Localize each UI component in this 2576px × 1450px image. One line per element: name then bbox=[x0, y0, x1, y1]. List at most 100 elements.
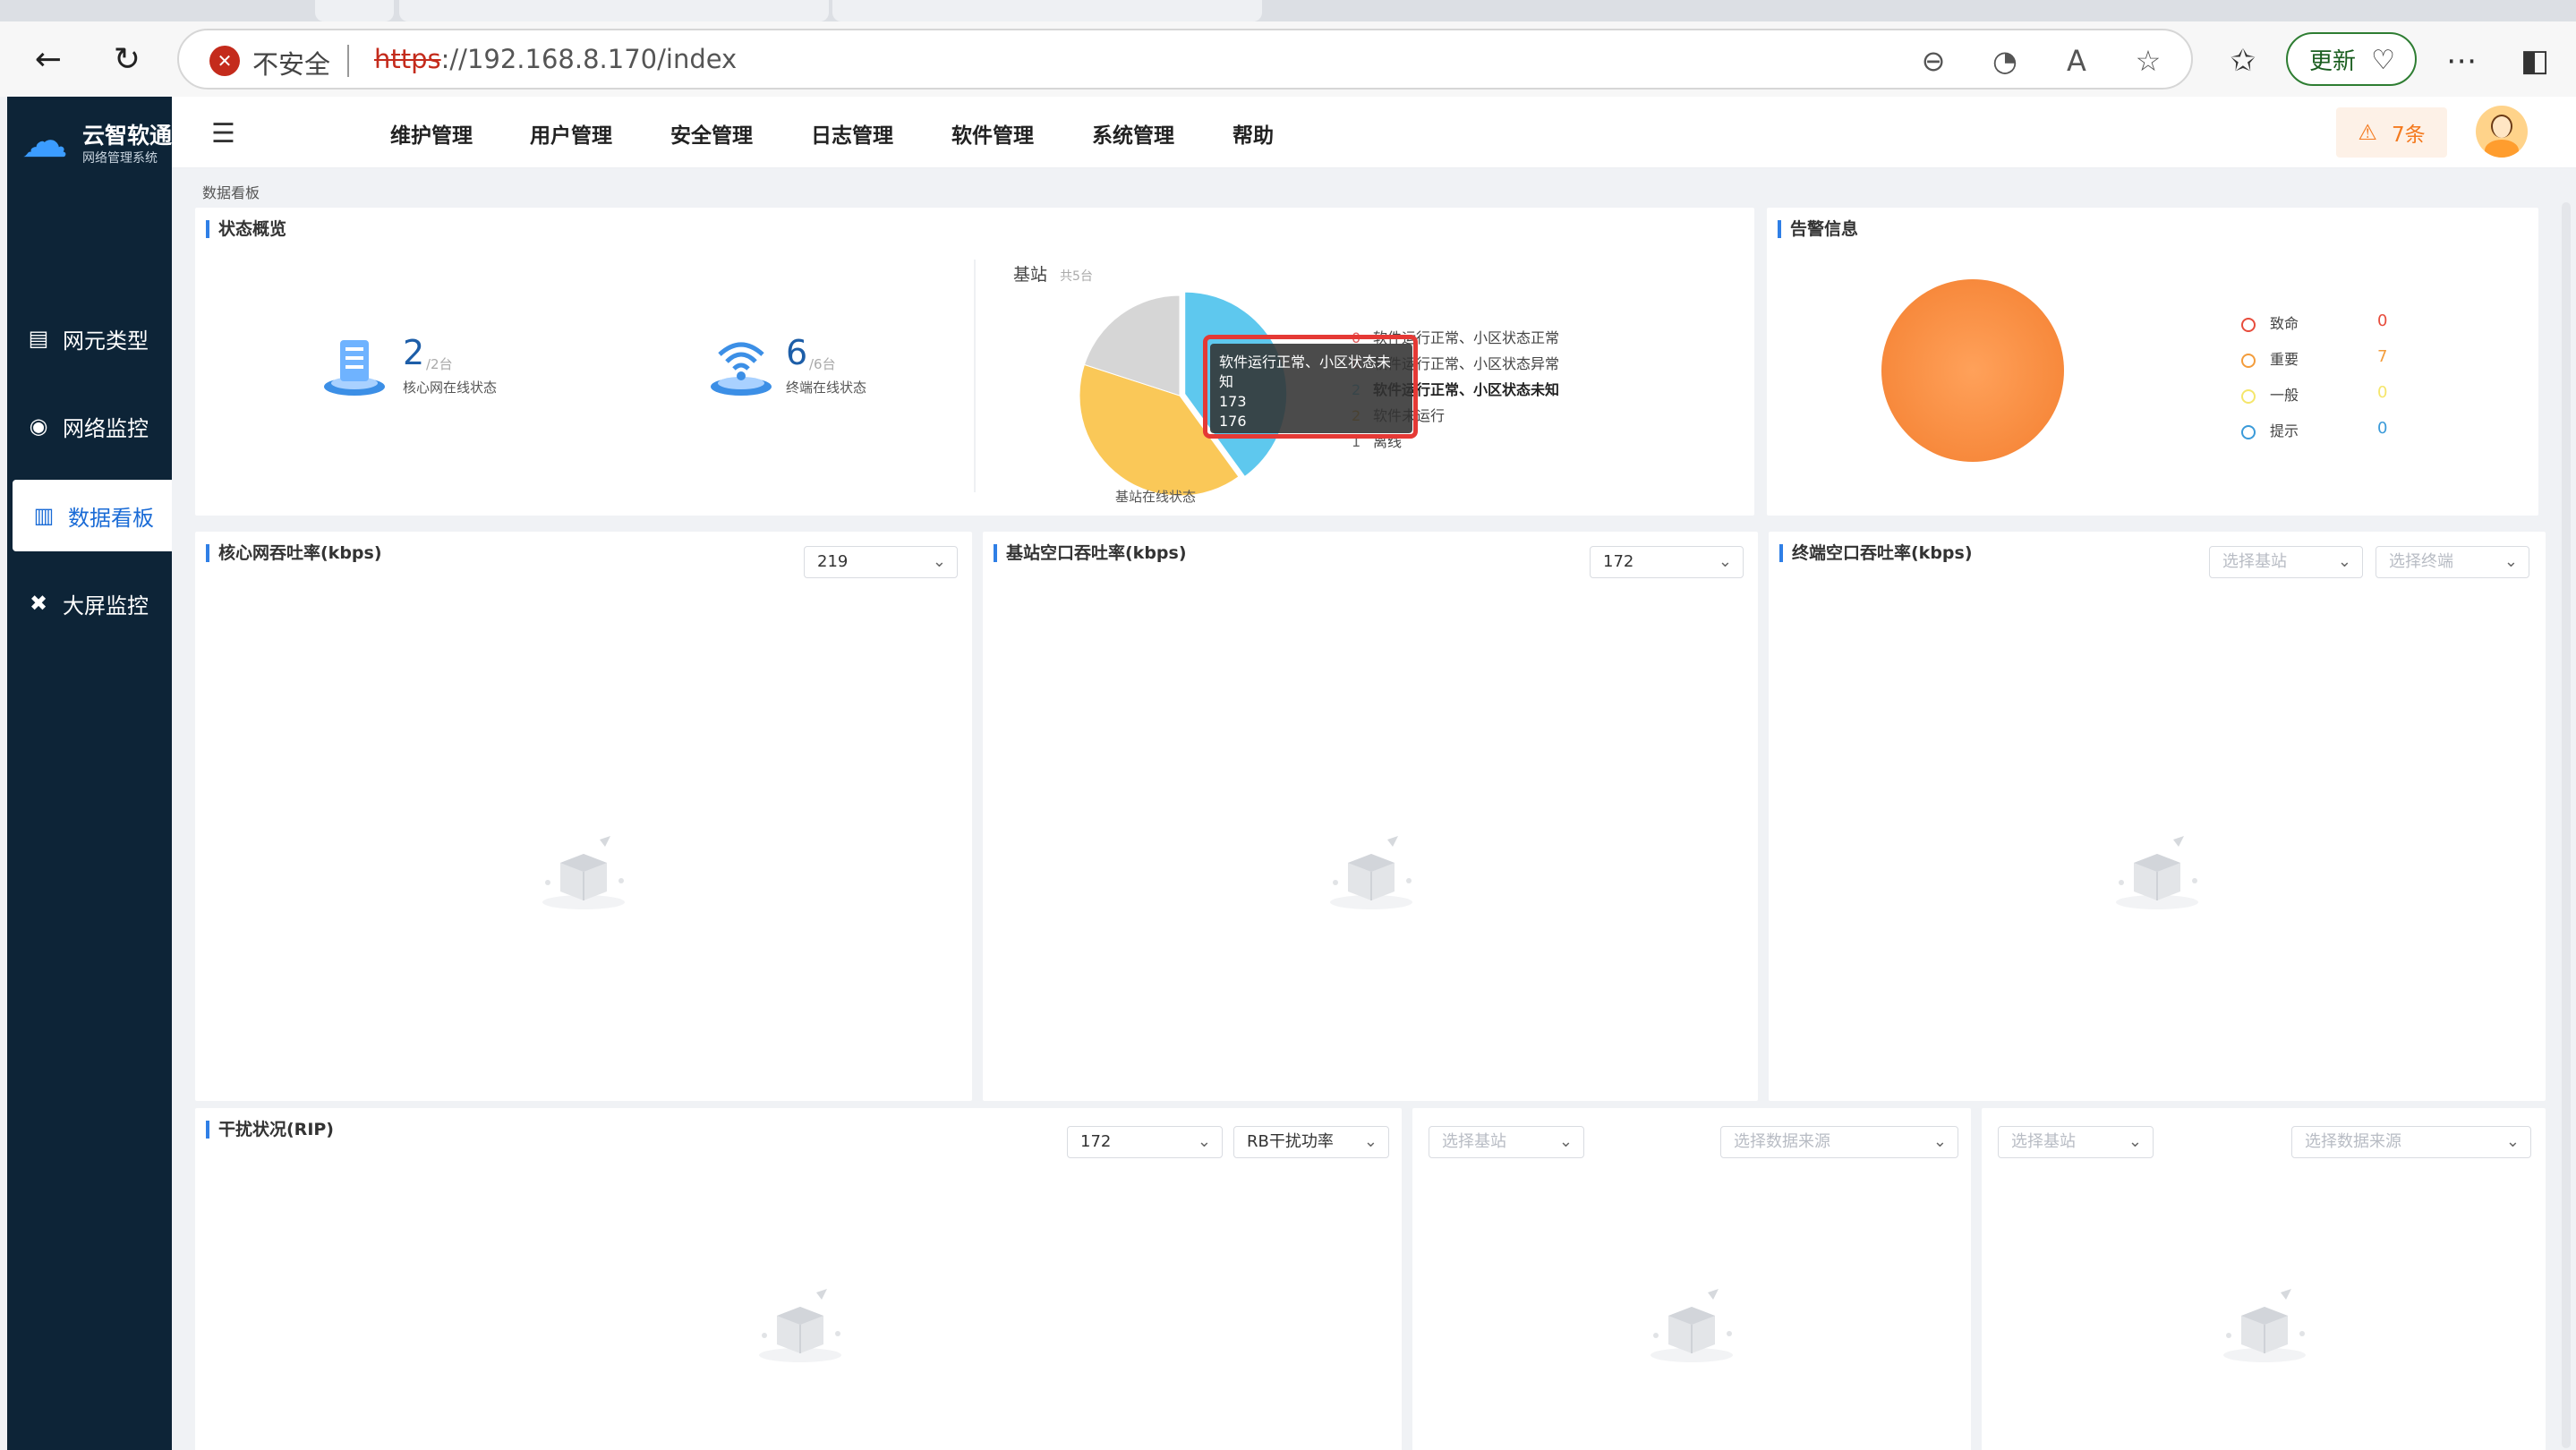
menu-software[interactable]: 软件管理 bbox=[951, 118, 1034, 149]
browser-tab[interactable] bbox=[315, 0, 394, 21]
alarm-level-label: 一般 bbox=[2270, 387, 2299, 404]
alarm-count: 7条 bbox=[2391, 124, 2426, 147]
sidebar-item-network-monitor[interactable]: ◉ 网络监控 bbox=[7, 390, 172, 462]
insecure-label[interactable]: 不安全 bbox=[252, 44, 330, 81]
update-button[interactable]: 更新 ♡ bbox=[2286, 32, 2417, 86]
rip-select-1[interactable]: 172 ⌄ bbox=[1067, 1126, 1223, 1158]
browser-tab[interactable] bbox=[832, 0, 1262, 21]
avatar-face bbox=[2491, 115, 2512, 138]
interference-datasource-card: 选择基站 ⌄ 选择数据来源 ⌄ bbox=[1982, 1108, 2546, 1450]
url-text[interactable]: https://192.168.8.170/index bbox=[374, 44, 737, 74]
alarm-level-item[interactable]: 提示 0 bbox=[2241, 419, 2420, 440]
select-bs-dropdown[interactable]: 选择基站 ⌄ bbox=[1998, 1126, 2154, 1158]
chevron-down-icon: ⌄ bbox=[1363, 1132, 1378, 1151]
empty-state-icon bbox=[2202, 1280, 2327, 1369]
interference-card: 干扰状况(RIP) 172 ⌄ RB干扰功率 ⌄ bbox=[195, 1108, 1402, 1450]
chevron-down-icon: ⌄ bbox=[1197, 1132, 1211, 1151]
alarm-badge[interactable]: ⚠ 7条 bbox=[2336, 107, 2447, 158]
edge-icon[interactable]: ◔ bbox=[1987, 43, 2023, 79]
chevron-down-icon: ⌄ bbox=[2505, 1132, 2520, 1151]
menu-system[interactable]: 系统管理 bbox=[1092, 118, 1174, 149]
alarm-level-item[interactable]: 重要 7 bbox=[2241, 347, 2420, 369]
bs-caption: 基站在线状态 bbox=[1115, 489, 1197, 505]
chevron-down-icon: ⌄ bbox=[1558, 1132, 1573, 1151]
menu-help[interactable]: 帮助 bbox=[1233, 118, 1274, 149]
select-bs-dropdown[interactable]: 选择基站 ⌄ bbox=[2209, 546, 2363, 578]
logo-title: 云智软通 bbox=[82, 123, 173, 149]
more-icon[interactable]: ⋯ bbox=[2442, 41, 2481, 81]
alarm-level-value: 7 bbox=[2377, 347, 2388, 366]
pie-tooltip: 软件运行正常、小区状态未知 173 176 bbox=[1210, 344, 1412, 433]
alarm-level-label: 致命 bbox=[2270, 315, 2299, 332]
page-scrollbar[interactable] bbox=[2562, 202, 2571, 1448]
tooltip-line2: 176 bbox=[1219, 413, 1247, 430]
insecure-icon: ✕ bbox=[209, 46, 240, 76]
terminal-online-count: 6 bbox=[786, 333, 808, 372]
sidebar-item-label: 数据看板 bbox=[68, 505, 154, 531]
arrow-left-icon: ← bbox=[34, 40, 63, 78]
address-bar[interactable]: ✕ 不安全 https://192.168.8.170/index ⊖ ◔ A … bbox=[177, 29, 2193, 90]
alarm-ring-icon bbox=[2241, 317, 2256, 332]
select-terminal-dropdown[interactable]: 选择终端 ⌄ bbox=[2376, 546, 2529, 578]
menu-users[interactable]: 用户管理 bbox=[530, 118, 612, 149]
avatar[interactable] bbox=[2476, 106, 2528, 158]
monitor-icon: ◉ bbox=[29, 414, 48, 439]
terminal-wifi-icon bbox=[711, 342, 772, 396]
reload-button[interactable]: ↻ bbox=[106, 38, 149, 81]
chevron-down-icon: ⌄ bbox=[2128, 1132, 2142, 1151]
core-online-label: 核心网在线状态 bbox=[403, 380, 498, 396]
select-value: 172 bbox=[1603, 552, 1634, 571]
back-button[interactable]: ← bbox=[27, 38, 70, 81]
select-datasource-dropdown[interactable]: 选择数据来源 ⌄ bbox=[1720, 1126, 1958, 1158]
sidebar-item-dashboard[interactable]: ▥ 数据看板 bbox=[13, 480, 172, 551]
alarm-level-item[interactable]: 一般 0 bbox=[2241, 383, 2420, 405]
terminal-throughput-card: 终端空口吞吐率(kbps) 选择基站 ⌄ 选择终端 ⌄ bbox=[1769, 532, 2546, 1101]
empty-state-icon bbox=[1629, 1280, 1754, 1369]
rip-select-2[interactable]: RB干扰功率 ⌄ bbox=[1233, 1126, 1389, 1158]
cloud-logo-icon: ☁ bbox=[21, 115, 68, 168]
alarm-ring-icon bbox=[2241, 353, 2256, 368]
terminal-online-label: 终端在线状态 bbox=[786, 380, 867, 396]
core-throughput-card: 核心网吞吐率(kbps) 219 ⌄ bbox=[195, 532, 972, 1101]
select-datasource-dropdown[interactable]: 选择数据来源 ⌄ bbox=[2291, 1126, 2531, 1158]
bs-select[interactable]: 172 ⌄ bbox=[1590, 546, 1744, 578]
heart-pulse-icon: ♡ bbox=[2371, 45, 2395, 76]
card-title: 告警信息 bbox=[1778, 220, 1858, 238]
core-select[interactable]: 219 ⌄ bbox=[804, 546, 958, 578]
app-window: ☁ 云智软通 网络管理系统 ▤ 网元类型 ◉ 网络监控 ▥ 数据看板 ✖ 大屏监… bbox=[0, 97, 2576, 1450]
menu-maintenance[interactable]: 维护管理 bbox=[390, 118, 473, 149]
select-placeholder: 选择数据来源 bbox=[1734, 1132, 1830, 1151]
menu-security[interactable]: 安全管理 bbox=[670, 118, 753, 149]
chart-icon: ▥ bbox=[33, 503, 55, 528]
alarm-level-item[interactable]: 致命 0 bbox=[2241, 311, 2420, 333]
card-title: 基站空口吞吐率(kbps) bbox=[994, 544, 1187, 562]
select-bs-dropdown[interactable]: 选择基站 ⌄ bbox=[1429, 1126, 1584, 1158]
card-title: 终端空口吞吐率(kbps) bbox=[1779, 544, 1973, 562]
browser-tab[interactable] bbox=[399, 0, 829, 21]
alarm-pie[interactable] bbox=[1880, 277, 2066, 464]
tooltip-line1: 173 bbox=[1219, 393, 1247, 410]
browser-toolbar: ← ↻ ✕ 不安全 https://192.168.8.170/index ⊖ … bbox=[0, 21, 2576, 97]
favorites-icon[interactable]: ✩ bbox=[2223, 41, 2263, 81]
select-placeholder: 选择基站 bbox=[2011, 1132, 2076, 1151]
menu-logs[interactable]: 日志管理 bbox=[811, 118, 893, 149]
alarm-level-label: 提示 bbox=[2270, 422, 2299, 439]
chevron-down-icon: ⌄ bbox=[2337, 552, 2351, 571]
url-scheme: https bbox=[374, 44, 441, 74]
server-icon: ▤ bbox=[28, 326, 49, 351]
read-aloud-icon[interactable]: A bbox=[2059, 43, 2094, 79]
favorite-star-icon[interactable]: ☆ bbox=[2130, 43, 2166, 79]
logo: ☁ 云智软通 网络管理系统 bbox=[16, 113, 172, 168]
menu-collapse-icon[interactable]: ☰ bbox=[211, 118, 235, 149]
alarm-pie-slice[interactable] bbox=[1881, 279, 2064, 462]
expand-icon: ✖ bbox=[29, 591, 48, 616]
alarm-ring-icon bbox=[2241, 388, 2256, 404]
sidebar-item-ne-type[interactable]: ▤ 网元类型 bbox=[7, 303, 172, 374]
sidebar-toggle-icon[interactable]: ◧ bbox=[2515, 41, 2555, 81]
select-placeholder: 选择终端 bbox=[2389, 552, 2453, 571]
bs-title-text: 基站 bbox=[1013, 265, 1048, 285]
card-divider bbox=[974, 260, 976, 492]
tooltip-title: 软件运行正常、小区状态未知 bbox=[1219, 354, 1392, 390]
zoom-icon[interactable]: ⊖ bbox=[1915, 43, 1951, 79]
sidebar-item-big-screen[interactable]: ✖ 大屏监控 bbox=[7, 567, 172, 639]
